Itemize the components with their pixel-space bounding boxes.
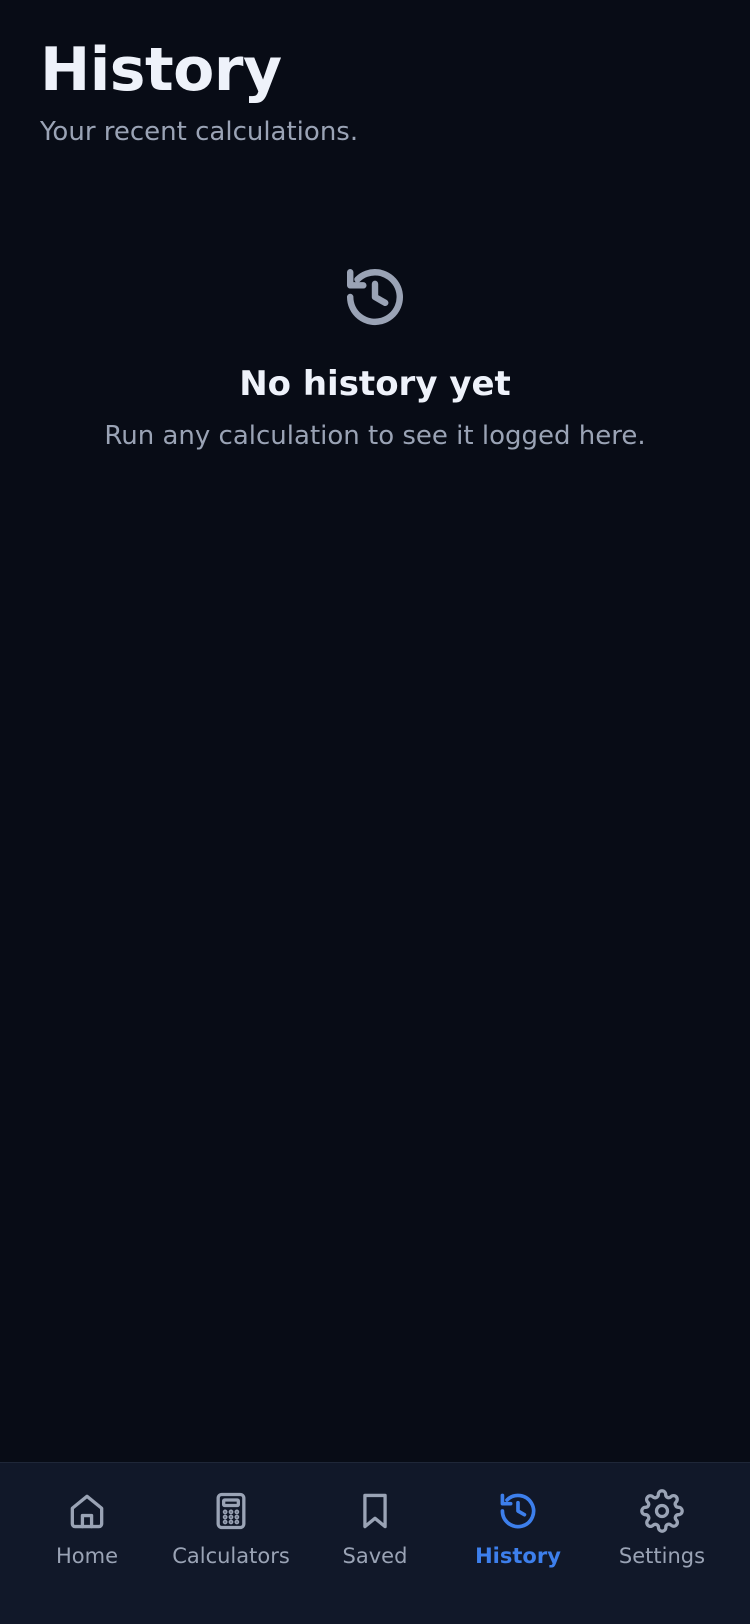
tab-history[interactable]: History xyxy=(443,1489,593,1571)
page-subtitle: Your recent calculations. xyxy=(40,117,359,147)
tab-label: History xyxy=(475,1544,561,1568)
history-icon xyxy=(500,1493,536,1529)
calculator-icon xyxy=(216,1492,246,1530)
tab-calculators[interactable]: Calculators xyxy=(156,1489,306,1571)
gear-icon xyxy=(640,1489,684,1533)
tab-settings[interactable]: Settings xyxy=(587,1489,737,1571)
tab-label: Settings xyxy=(618,1544,706,1568)
tab-home[interactable]: Home xyxy=(12,1489,162,1571)
bookmark-icon xyxy=(363,1493,387,1529)
page-header: History Your recent calculations. xyxy=(40,30,358,150)
history-icon xyxy=(347,269,403,325)
tab-label: Saved xyxy=(342,1544,408,1568)
empty-state-text: Run any calculation to see it logged her… xyxy=(104,421,646,451)
empty-state: No history yet Run any calculation to se… xyxy=(0,262,750,454)
tab-label: Calculators xyxy=(172,1544,290,1568)
bottom-tab-bar: Home Calculators Saved History Settings xyxy=(0,1462,750,1624)
tab-label: Home xyxy=(55,1544,118,1568)
page-title: History xyxy=(40,35,282,105)
home-icon xyxy=(70,1494,104,1529)
history-screen: History Your recent calculations. No his… xyxy=(0,0,750,1624)
tab-saved[interactable]: Saved xyxy=(300,1489,450,1571)
empty-state-title: No history yet xyxy=(239,364,511,404)
